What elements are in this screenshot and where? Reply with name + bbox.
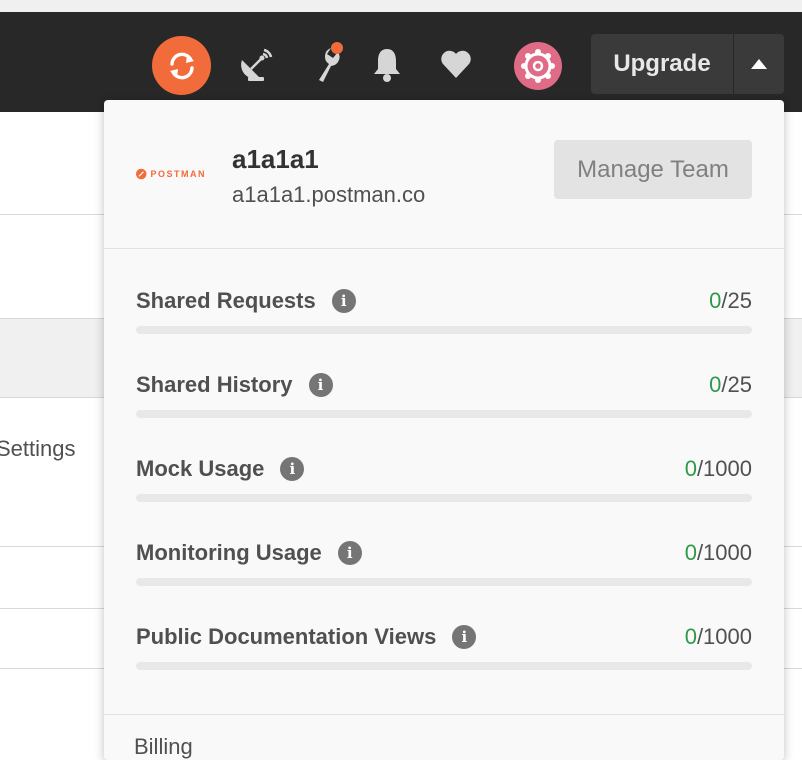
team-name: a1a1a1 bbox=[232, 144, 319, 174]
usage-count: 0/25 bbox=[709, 288, 752, 313]
usage-progress-bar bbox=[136, 410, 752, 418]
team-domain: a1a1a1.postman.co bbox=[232, 182, 426, 207]
usage-row: Shared Requests i 0/25 bbox=[136, 288, 752, 372]
bell-icon[interactable] bbox=[369, 44, 405, 84]
upgrade-button[interactable]: Upgrade bbox=[591, 34, 733, 94]
usage-label: Shared Requests bbox=[136, 288, 316, 313]
usage-row: Mock Usage i 0/1000 bbox=[136, 456, 752, 540]
usage-label: Shared History bbox=[136, 372, 293, 397]
manage-team-button[interactable]: Manage Team bbox=[554, 140, 752, 199]
caret-up-icon bbox=[751, 59, 767, 69]
window-top-strip bbox=[0, 0, 802, 12]
satellite-icon[interactable] bbox=[236, 44, 276, 86]
usage-label: Monitoring Usage bbox=[136, 540, 322, 565]
usage-progress-bar bbox=[136, 578, 752, 586]
info-icon[interactable]: i bbox=[280, 457, 305, 481]
info-icon[interactable]: i bbox=[452, 625, 477, 649]
usage-count: 0/1000 bbox=[684, 624, 752, 649]
team-header: POSTMAN a1a1a1 a1a1a1.postman.co Manage … bbox=[104, 100, 784, 249]
usage-progress-bar bbox=[136, 494, 752, 502]
notification-dot bbox=[331, 42, 343, 54]
usage-label: Mock Usage bbox=[136, 456, 265, 481]
billing-link[interactable]: Billing bbox=[134, 734, 193, 760]
usage-count: 0/1000 bbox=[684, 456, 752, 481]
heart-icon[interactable] bbox=[438, 46, 474, 82]
sync-icon[interactable] bbox=[152, 36, 211, 95]
postman-logo-text: POSTMAN bbox=[150, 169, 206, 179]
upgrade-menu-toggle[interactable] bbox=[734, 34, 784, 94]
usage-count: 0/1000 bbox=[684, 540, 752, 565]
usage-progress-bar bbox=[136, 662, 752, 670]
postman-logo-icon bbox=[136, 168, 147, 180]
gear-avatar-icon[interactable] bbox=[514, 42, 562, 90]
usage-row: Public Documentation Views i 0/1000 bbox=[136, 624, 752, 708]
postman-logo: POSTMAN bbox=[136, 162, 206, 186]
usage-row: Monitoring Usage i 0/1000 bbox=[136, 540, 752, 624]
usage-progress-bar bbox=[136, 326, 752, 334]
team-usage-dropdown: POSTMAN a1a1a1 a1a1a1.postman.co Manage … bbox=[104, 100, 784, 760]
usage-label: Public Documentation Views bbox=[136, 624, 437, 649]
billing-divider bbox=[104, 714, 784, 715]
wrench-icon[interactable] bbox=[307, 40, 347, 84]
info-icon[interactable]: i bbox=[337, 541, 362, 565]
background-settings-tab[interactable]: Settings bbox=[0, 436, 76, 462]
info-icon[interactable]: i bbox=[308, 373, 333, 397]
usage-row: Shared History i 0/25 bbox=[136, 372, 752, 456]
usage-count: 0/25 bbox=[709, 372, 752, 397]
info-icon[interactable]: i bbox=[331, 289, 356, 313]
